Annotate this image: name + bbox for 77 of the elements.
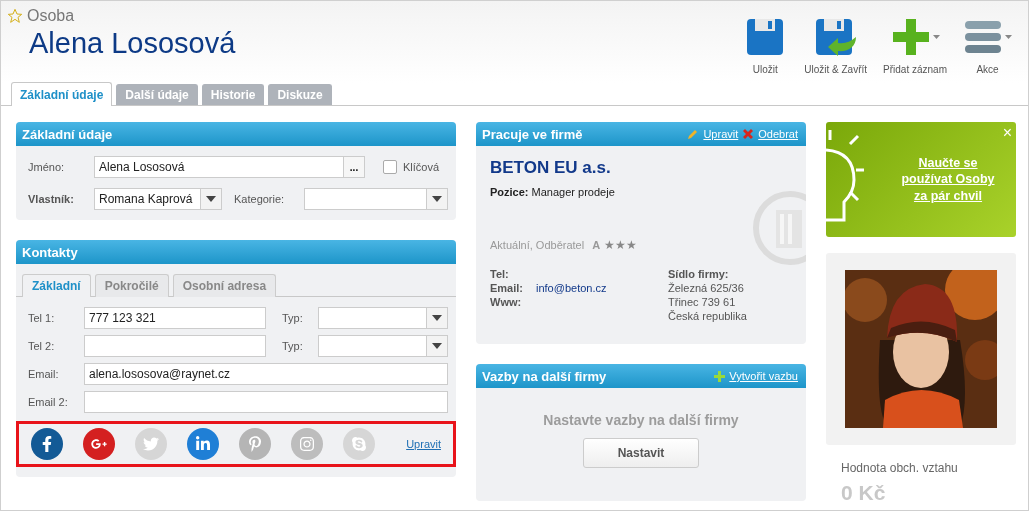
contact-label: Www: bbox=[490, 296, 523, 308]
linkedin-icon[interactable] bbox=[187, 428, 219, 460]
field-label: Tel 1: bbox=[28, 312, 56, 324]
email-field[interactable]: alena.lososova@raynet.cz bbox=[84, 363, 448, 385]
floppy-disk-arrow-icon bbox=[813, 17, 858, 57]
field-label: Tel 2: bbox=[28, 340, 56, 352]
header-link[interactable]: Odebrat bbox=[758, 128, 798, 140]
panel-title: Základní údaje bbox=[22, 126, 113, 142]
contact-label: Tel: bbox=[490, 268, 510, 280]
field-label: Email 2: bbox=[28, 396, 69, 408]
toolbar-button[interactable]: Uložit & Zavřít bbox=[800, 16, 872, 75]
tab[interactable]: Osobní adresa bbox=[172, 274, 277, 297]
contact-label: Email: bbox=[490, 282, 524, 294]
field-label: Email: bbox=[28, 368, 60, 380]
checkbox-label: Klíčová bbox=[403, 161, 441, 173]
company-name: BETON EU a.s. bbox=[490, 158, 612, 178]
type-select[interactable] bbox=[318, 335, 448, 357]
checkbox[interactable] bbox=[383, 160, 397, 174]
toolbar-button[interactable]: Uložit bbox=[738, 16, 793, 75]
field-label: Typ: bbox=[282, 312, 304, 324]
status-text: Aktuální, Odběratel bbox=[490, 239, 585, 251]
phone-field[interactable] bbox=[84, 335, 266, 357]
tab[interactable]: Další údaje bbox=[116, 84, 198, 105]
plus-icon bbox=[890, 17, 931, 57]
edit-link[interactable]: Upravit bbox=[406, 438, 441, 450]
email-field[interactable] bbox=[84, 391, 448, 413]
value-label: Hodnota obch. vztahu bbox=[841, 461, 959, 475]
address-line: Železná 625/36 bbox=[668, 282, 745, 294]
twitter-icon[interactable] bbox=[135, 428, 167, 460]
facebook-icon[interactable] bbox=[31, 428, 63, 460]
pencil-icon bbox=[687, 128, 700, 140]
header-link[interactable]: Vytvořit vazbu bbox=[729, 370, 798, 382]
star-icon: ★ bbox=[615, 238, 627, 252]
tab[interactable]: Základní bbox=[22, 274, 91, 297]
caret-icon bbox=[1005, 35, 1012, 39]
browse-button[interactable]: ... bbox=[343, 156, 365, 178]
category-select[interactable] bbox=[304, 188, 448, 210]
address-line: Česká republika bbox=[668, 310, 748, 322]
tab[interactable]: Základní údaje bbox=[11, 82, 113, 106]
pinterest-icon[interactable] bbox=[239, 428, 271, 460]
field-label: Kategorie: bbox=[234, 193, 286, 205]
close-button[interactable]: × bbox=[1002, 124, 1012, 142]
panel-title: Vazby na další firmy bbox=[482, 368, 607, 384]
tip-link[interactable]: Naučte se používat Osoby za pár chvil bbox=[894, 155, 1002, 204]
toolbar-button[interactable]: Přidat záznam bbox=[879, 16, 951, 75]
tab[interactable]: Diskuze bbox=[268, 84, 332, 105]
empty-message: Nastavte vazby na další firmy bbox=[542, 412, 740, 428]
star-icon: ★ bbox=[604, 238, 616, 252]
instagram-icon[interactable] bbox=[291, 428, 323, 460]
star-icon: ★ bbox=[626, 238, 638, 252]
address-label: Sídlo firmy: bbox=[668, 268, 730, 280]
plus-icon bbox=[714, 370, 726, 382]
type-select[interactable] bbox=[318, 307, 448, 329]
position-text: Pozice: Manager prodeje bbox=[490, 186, 616, 198]
close-icon bbox=[742, 128, 755, 140]
field-label: Vlastník: bbox=[28, 193, 75, 205]
contact-value: info@beton.cz bbox=[536, 282, 607, 294]
rating-class: A bbox=[592, 239, 601, 251]
toolbar-button[interactable]: Akce bbox=[959, 16, 1016, 75]
tab[interactable]: Historie bbox=[201, 84, 265, 105]
phone-field[interactable]: 777 123 321 bbox=[84, 307, 266, 329]
skype-icon[interactable] bbox=[343, 428, 375, 460]
record-title: Alena Lososová bbox=[29, 27, 236, 60]
caret-icon bbox=[932, 35, 940, 39]
panel-title: Pracuje ve firmě bbox=[482, 126, 583, 142]
record-type-label: Osoba bbox=[27, 7, 75, 25]
panel-title: Kontakty bbox=[22, 244, 78, 260]
name-field[interactable]: Alena Lososová bbox=[94, 156, 344, 178]
owner-select[interactable]: Romana Kaprová bbox=[94, 188, 222, 210]
tab[interactable]: Pokročilé bbox=[94, 274, 169, 297]
star-icon[interactable] bbox=[7, 8, 23, 24]
address-line: Třinec 739 61 bbox=[668, 296, 737, 308]
header-link[interactable]: Upravit bbox=[703, 128, 739, 140]
set-button[interactable]: Nastavit bbox=[583, 438, 699, 468]
field-label: Typ: bbox=[282, 340, 304, 352]
field-label: Jméno: bbox=[28, 161, 66, 173]
googleplus-icon[interactable] bbox=[83, 428, 115, 460]
